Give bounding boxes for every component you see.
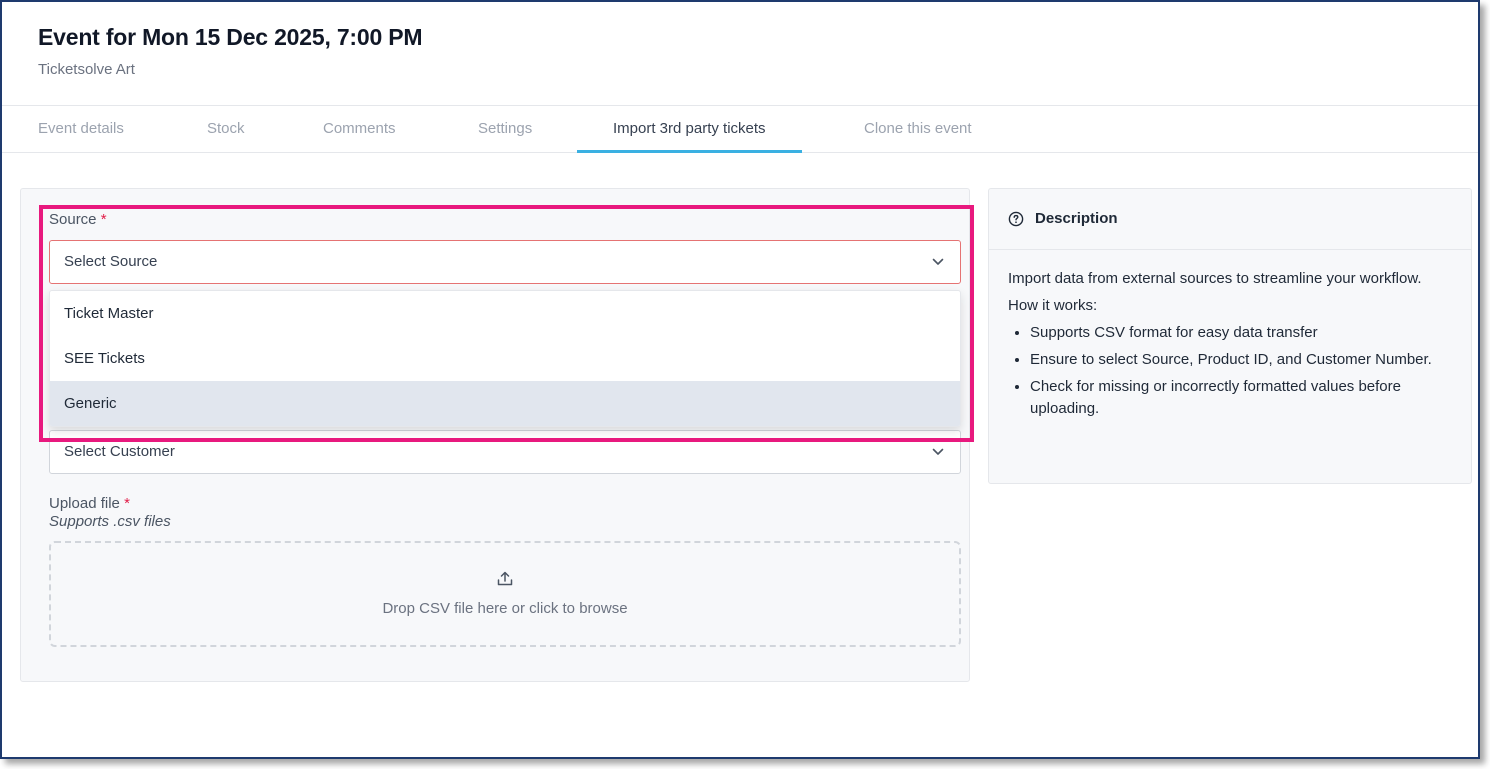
source-label-text: Source xyxy=(49,211,97,228)
source-option-see-tickets[interactable]: SEE Tickets xyxy=(50,336,960,381)
customer-select-value: Select Customer xyxy=(64,443,175,460)
description-panel: Description Import data from external so… xyxy=(988,188,1472,484)
source-required-mark: * xyxy=(100,211,107,228)
description-header: Description xyxy=(989,189,1471,250)
import-form-panel: Source * Select Source Select Customer T… xyxy=(20,188,970,682)
description-list: Supports CSV format for easy data transf… xyxy=(1008,322,1448,420)
source-option-ticket-master[interactable]: Ticket Master xyxy=(50,291,960,336)
chevron-down-icon xyxy=(932,431,944,473)
source-select-value: Select Source xyxy=(64,253,158,270)
upload-label-text: Upload file xyxy=(49,495,120,512)
description-intro: Import data from external sources to str… xyxy=(1008,270,1422,287)
drop-zone-text: Drop CSV file here or click to browse xyxy=(382,600,628,617)
source-label: Source * xyxy=(49,211,107,228)
upload-required-mark: * xyxy=(124,495,130,512)
description-title: Description xyxy=(1035,210,1118,227)
list-item: Supports CSV format for easy data transf… xyxy=(1030,322,1448,344)
upload-label: Upload file * xyxy=(49,495,130,512)
source-select[interactable]: Select Source xyxy=(49,240,961,284)
help-circle-icon xyxy=(1008,211,1024,232)
list-item: Check for missing or incorrectly formatt… xyxy=(1030,376,1448,420)
chevron-down-icon xyxy=(932,241,944,283)
page-title: Event for Mon 15 Dec 2025, 7:00 PM xyxy=(38,24,423,50)
customer-select[interactable]: Select Customer xyxy=(49,430,961,474)
tab-stock[interactable]: Stock xyxy=(207,106,245,153)
tab-clone-this-event[interactable]: Clone this event xyxy=(864,106,972,153)
list-item: Ensure to select Source, Product ID, and… xyxy=(1030,349,1448,371)
upload-icon xyxy=(497,571,513,591)
tab-import-3rd-party-tickets[interactable]: Import 3rd party tickets xyxy=(577,106,802,153)
source-option-generic[interactable]: Generic xyxy=(50,381,960,426)
description-how-label: How it works: xyxy=(1008,297,1098,314)
tab-event-details[interactable]: Event details xyxy=(38,106,124,153)
page-header: Event for Mon 15 Dec 2025, 7:00 PM Ticke… xyxy=(2,2,1478,106)
tab-bar: Event details Stock Comments Settings Im… xyxy=(2,106,1478,153)
app-window: Event for Mon 15 Dec 2025, 7:00 PM Ticke… xyxy=(0,0,1480,759)
page-subtitle: Ticketsolve Art xyxy=(38,61,135,78)
tab-settings[interactable]: Settings xyxy=(478,106,532,153)
description-body: Import data from external sources to str… xyxy=(1008,268,1448,425)
upload-hint: Supports .csv files xyxy=(49,513,171,530)
tab-comments[interactable]: Comments xyxy=(323,106,396,153)
file-drop-zone[interactable]: Drop CSV file here or click to browse xyxy=(49,541,961,647)
source-dropdown-menu: Ticket Master SEE Tickets Generic xyxy=(49,290,961,427)
